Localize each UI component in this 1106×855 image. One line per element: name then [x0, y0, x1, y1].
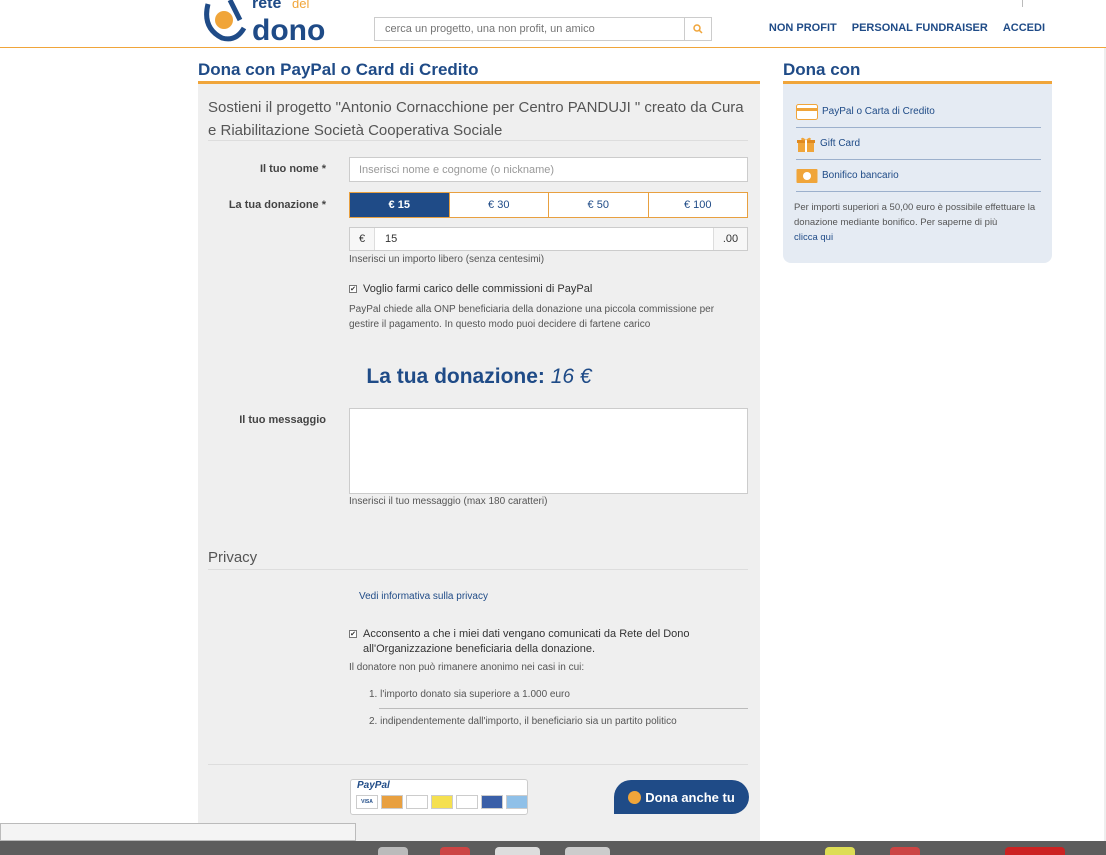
os-dock [0, 841, 1106, 855]
donate-button[interactable]: Dona anche tu [614, 780, 749, 814]
dock-item[interactable] [495, 847, 540, 855]
method-label: Gift Card [820, 138, 861, 149]
donation-total: La tua donazione: 16 € [198, 365, 760, 389]
dock-item[interactable] [565, 847, 610, 855]
orange-dot-icon [628, 790, 642, 804]
method-label: Bonifico bancario [822, 170, 899, 181]
amount-input[interactable]: 15 [375, 228, 713, 250]
dock-item[interactable] [440, 847, 470, 855]
payment-methods-panel: PayPal o Carta di Credito Gift Card Boni… [783, 84, 1052, 263]
maestro-icon [481, 795, 503, 809]
message-help: Inserisci il tuo messaggio (max 180 cara… [349, 496, 548, 507]
discover-icon [456, 795, 478, 809]
divider [208, 764, 748, 765]
divider [379, 708, 748, 709]
amount-option-50[interactable]: € 50 [548, 193, 648, 217]
method-gift-card[interactable]: Gift Card [796, 128, 1041, 160]
banknote-icon [796, 168, 818, 183]
bank-transfer-note: Per importi superiori a 50,00 euro è pos… [794, 200, 1044, 245]
method-paypal-card[interactable]: PayPal o Carta di Credito [796, 96, 1041, 128]
consent-label: Acconsento a che i miei dati vengano com… [363, 628, 690, 655]
donation-label: La tua donazione * [228, 199, 326, 211]
amount-options: € 15 € 30 € 50 € 100 [349, 192, 748, 218]
dock-item[interactable] [1005, 847, 1065, 855]
amount-option-15[interactable]: € 15 [350, 193, 449, 217]
donate-button-label: Dona anche tu [645, 789, 735, 805]
paypal-logo-text: PayPal [357, 780, 390, 791]
nav-accedi[interactable]: ACCEDI [1003, 22, 1045, 34]
note-text: Per importi superiori a 50,00 euro è pos… [794, 202, 1036, 228]
search-input[interactable] [375, 18, 685, 40]
fee-checkbox-label: Voglio farmi carico delle commissioni di… [363, 283, 593, 295]
dock-item[interactable] [378, 847, 408, 855]
privacy-policy-link[interactable]: Vedi informativa sulla privacy [359, 591, 488, 602]
mastercard-icon [381, 795, 403, 809]
divider [208, 569, 748, 570]
search-button[interactable] [684, 18, 711, 40]
postepay-icon [431, 795, 453, 809]
browser-status-bar [0, 823, 356, 841]
site-header: rete del dono NON PROFIT PERSONAL FUNDRA… [0, 0, 1106, 48]
message-label: Il tuo messaggio [239, 414, 326, 426]
donation-form: Sostieni il progetto "Antonio Cornacchio… [198, 84, 760, 844]
fee-help: PayPal chiede alla ONP beneficiaria dell… [349, 304, 715, 330]
method-label: PayPal o Carta di Credito [822, 106, 935, 117]
amount-help: Inserisci un importo libero (senza cente… [349, 254, 545, 265]
dock-item[interactable] [825, 847, 855, 855]
total-value: 16 € [550, 365, 592, 388]
svg-text:dono: dono [252, 14, 325, 44]
visa-icon: VISA [356, 795, 378, 809]
paypal-cards-logo: PayPal VISA [350, 779, 528, 815]
search-box [374, 17, 712, 41]
fee-option: ✔ Voglio farmi carico delle commissioni … [349, 282, 592, 297]
consent-option: ✔ Acconsento a che i miei dati vengano c… [349, 627, 709, 657]
divider [208, 140, 748, 141]
amount-option-30[interactable]: € 30 [448, 193, 549, 217]
fee-checkbox[interactable]: ✔ [349, 285, 357, 293]
top-nav: NON PROFIT PERSONAL FUNDRAISER ACCEDI [769, 22, 1045, 34]
amount-option-100[interactable]: € 100 [647, 193, 748, 217]
nav-personal-fundraiser[interactable]: PERSONAL FUNDRAISER [852, 22, 988, 34]
method-bank-transfer[interactable]: Bonifico bancario [796, 160, 1041, 192]
card-brands: VISA [356, 795, 528, 809]
donation-form-title: Dona con PayPal o Card di Credito [198, 60, 479, 79]
message-textarea[interactable] [349, 408, 748, 494]
anonymity-note: Il donatore non può rimanere anonimo nei… [349, 662, 585, 673]
svg-text:rete: rete [252, 0, 281, 12]
anonymity-case: 2. indipendentemente dall'importo, il be… [369, 716, 677, 727]
gift-icon [797, 137, 815, 152]
name-input[interactable]: Inserisci nome e cognome (o nickname) [349, 157, 748, 182]
divider [1022, 0, 1023, 7]
currency-symbol: € [350, 228, 375, 250]
name-label: Il tuo nome * [260, 163, 326, 175]
nav-non-profit[interactable]: NON PROFIT [769, 22, 837, 34]
paypal-icon [406, 795, 428, 809]
decimals-suffix: .00 [713, 228, 747, 250]
credit-card-icon [796, 103, 818, 120]
project-intro: Sostieni il progetto "Antonio Cornacchio… [208, 99, 744, 139]
free-amount-field: € 15 .00 [349, 227, 748, 251]
search-icon [693, 24, 703, 34]
privacy-title: Privacy [208, 549, 258, 566]
consent-checkbox[interactable]: ✔ [349, 630, 357, 638]
total-label: La tua donazione: [366, 365, 545, 388]
click-here-link[interactable]: clicca qui [794, 232, 833, 243]
amex-icon [506, 795, 528, 809]
anonymity-case: 1. l'importo donato sia superiore a 1.00… [369, 689, 570, 700]
svg-text:del: del [292, 0, 309, 11]
rete-del-dono-logo[interactable]: rete del dono [200, 0, 345, 44]
dock-item[interactable] [890, 847, 920, 855]
sidebar-title: Dona con [783, 60, 861, 79]
